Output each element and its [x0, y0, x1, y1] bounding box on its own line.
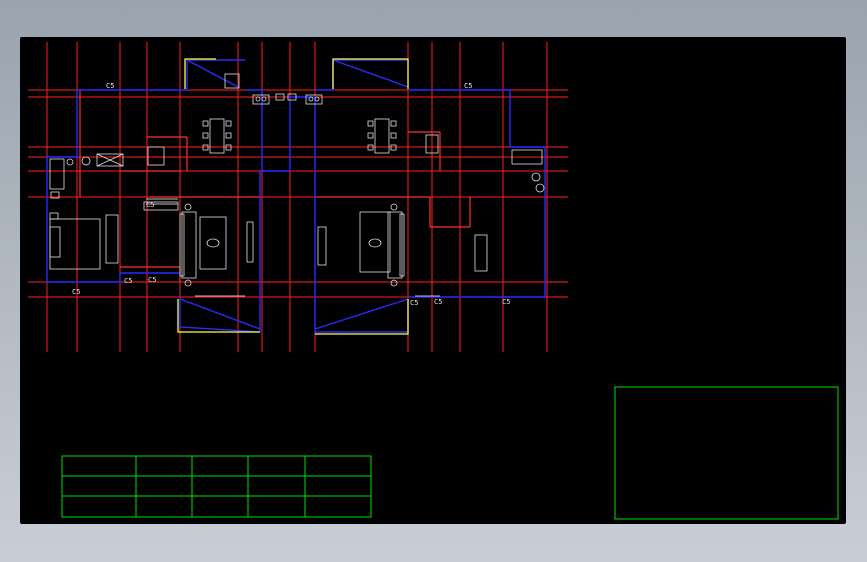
window-label: C5: [72, 288, 80, 296]
exterior-walls: [46, 59, 546, 333]
sofa-set-right: [317, 203, 405, 287]
window-label: C5: [434, 298, 442, 306]
title-block: [614, 386, 839, 520]
window-label: C5: [464, 82, 472, 90]
dining-table-left: [202, 118, 232, 154]
window-label: C5: [502, 298, 510, 306]
window-label: C5: [124, 277, 132, 285]
window-label: C5: [106, 82, 114, 90]
schedule-table: [61, 455, 372, 518]
window-label: C5: [148, 276, 156, 284]
sofa-set-left: [179, 203, 254, 287]
misc-fixtures: [50, 191, 488, 272]
window-label: C5: [146, 201, 154, 209]
dining-table-right: [367, 118, 397, 154]
window-label: C5: [410, 299, 418, 307]
cad-drawing-canvas[interactable]: C5 C5 C5 C5 C5 C5 C5 C5 C5: [20, 37, 846, 524]
floor-plan: C5 C5 C5 C5 C5 C5 C5 C5 C5: [28, 42, 839, 520]
partition-walls: [79, 90, 471, 282]
